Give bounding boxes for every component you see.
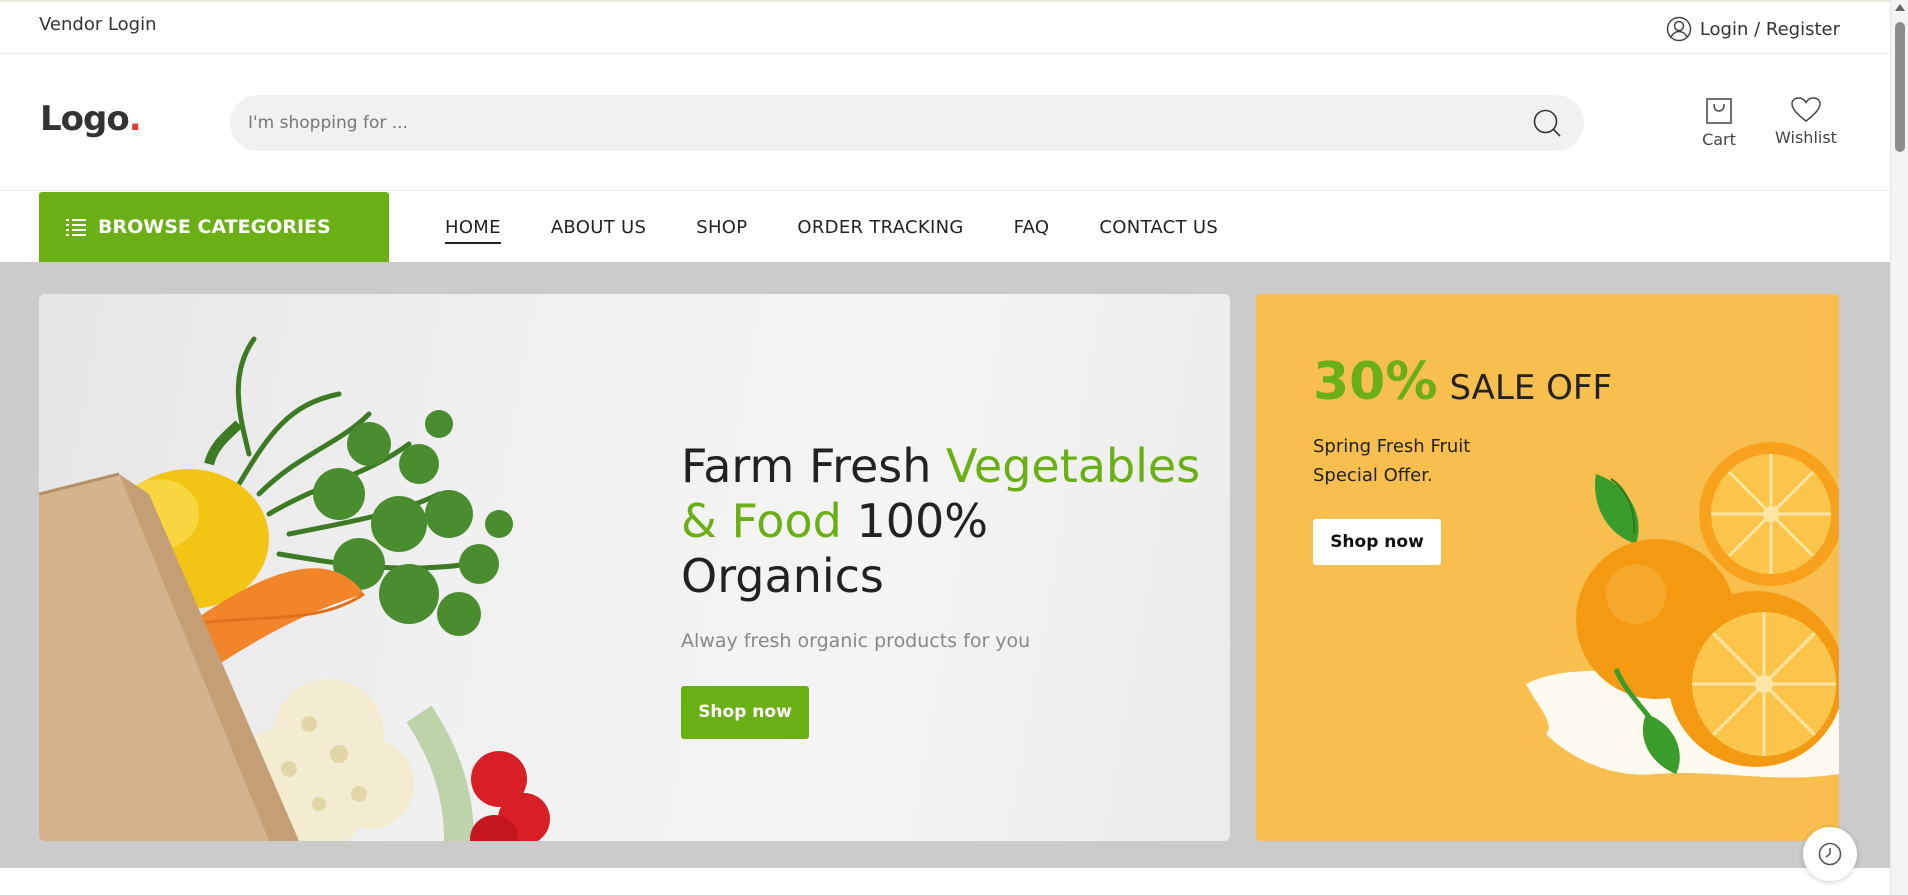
hero-title-part-1: Farm Fresh [681,439,932,493]
promo-headline: 30% SALE OFF [1313,352,1612,412]
promo-line-1: Spring Fresh Fruit [1313,436,1471,457]
hero-subtitle: Alway fresh organic products for you [681,630,1031,652]
page-scrollbar[interactable] [1890,0,1908,895]
nav-item-order-tracking[interactable]: ORDER TRACKING [797,211,963,244]
nav-item-faq[interactable]: FAQ [1014,211,1050,244]
cart-button[interactable]: Cart [1694,96,1744,149]
hero-shop-now-button[interactable]: Shop now [681,686,809,739]
user-circle-icon [1666,16,1692,42]
oranges-image [1526,442,1839,778]
site-logo[interactable]: Logo. [40,99,142,139]
promo-sale-off: SALE OFF [1449,368,1613,408]
hero-text-block: Farm Fresh Vegetables & Food 100% Organi… [681,439,1201,739]
wishlist-button[interactable]: Wishlist [1772,96,1840,147]
search-bar [230,95,1584,151]
nav-item-about-us[interactable]: ABOUT US [551,211,646,244]
nav-item-home[interactable]: HOME [445,211,501,244]
promo-banner: 30% SALE OFF Spring Fresh Fruit Special … [1256,294,1839,841]
search-input[interactable] [248,95,1448,151]
history-button[interactable] [1803,827,1857,881]
shopping-bag-icon [1706,98,1732,124]
promo-description: Spring Fresh Fruit Special Offer. [1313,432,1513,490]
browse-categories-label: BROWSE CATEGORIES [98,216,331,238]
main-hero-banner: Farm Fresh Vegetables & Food 100% Organi… [39,294,1230,841]
list-icon [66,219,86,236]
browse-categories-button[interactable]: BROWSE CATEGORIES [39,192,389,262]
site-header: Logo. Cart Wishlist [0,54,1890,191]
logo-text: Logo [40,99,130,139]
nav-menu: HOME ABOUT US SHOP ORDER TRACKING FAQ CO… [445,192,1268,262]
search-icon[interactable] [1532,108,1562,138]
promo-percent: 30% [1313,352,1438,412]
logo-dot: . [128,99,142,139]
page-bottom-strip [0,868,1890,895]
main-nav: BROWSE CATEGORIES HOME ABOUT US SHOP ORD… [0,192,1890,262]
nav-item-contact-us[interactable]: CONTACT US [1099,211,1218,244]
login-register-label: Login / Register [1699,18,1840,40]
clock-icon [1818,842,1842,866]
scroll-thumb[interactable] [1895,22,1905,152]
vendor-login-link[interactable]: Vendor Login [39,14,157,35]
promo-shop-now-button[interactable]: Shop now [1313,519,1441,565]
wishlist-label: Wishlist [1775,128,1837,147]
scroll-up-arrow-icon[interactable] [1895,4,1905,11]
login-register-link[interactable]: Login / Register [1666,16,1840,42]
nav-item-shop[interactable]: SHOP [696,211,747,244]
top-bar: Vendor Login Login / Register [0,0,1890,54]
cart-label: Cart [1702,130,1736,149]
promo-line-2: Special Offer. [1313,465,1433,486]
hero-title: Farm Fresh Vegetables & Food 100% Organi… [681,439,1201,604]
heart-icon [1791,97,1821,122]
vegetables-bag-image [39,336,550,841]
